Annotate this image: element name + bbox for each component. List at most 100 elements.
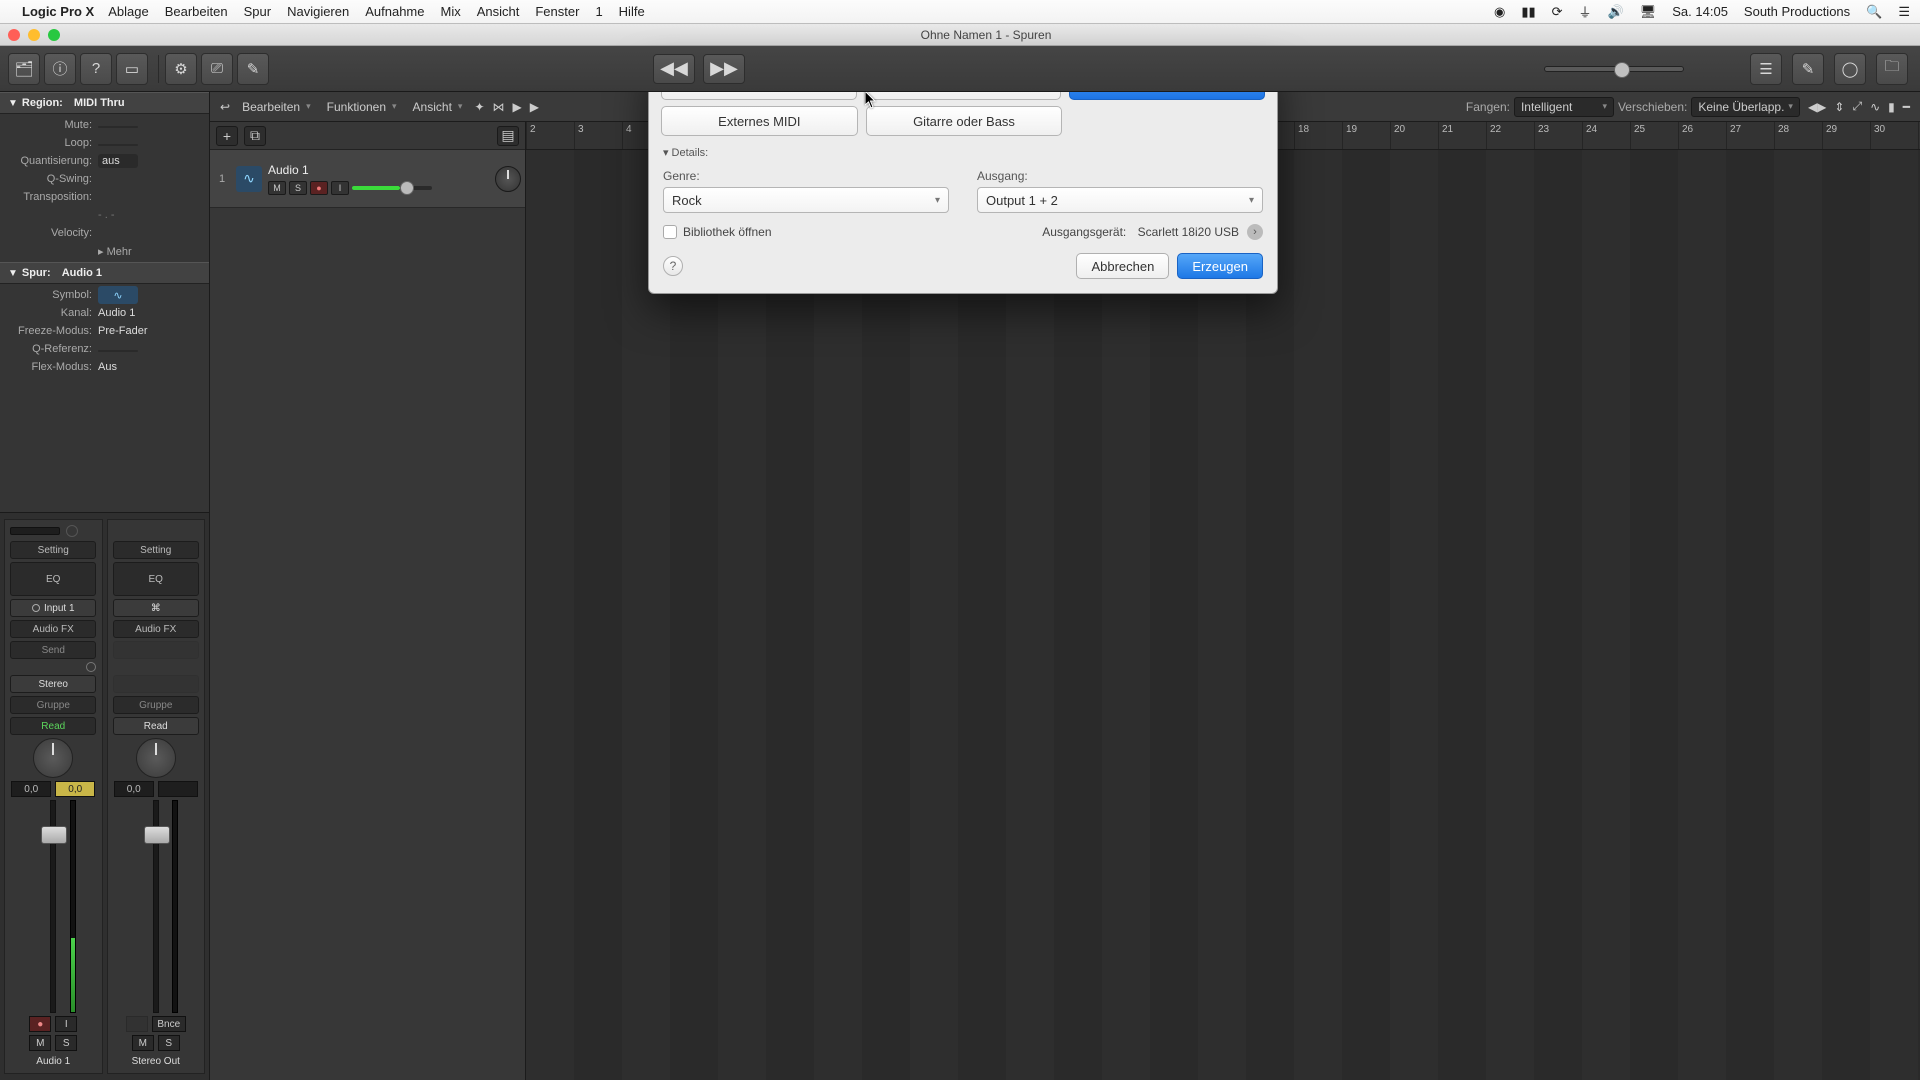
menu-ablage[interactable]: Ablage <box>108 4 148 19</box>
horizontal-zoom-icon[interactable]: ━ <box>1899 97 1914 117</box>
eq-slot[interactable]: EQ <box>10 562 96 596</box>
tab-guitar-bass[interactable]: Gitarre oder Bass <box>866 106 1063 136</box>
notepad-icon[interactable]: ✎ <box>1792 53 1824 85</box>
track-row-1[interactable]: 1 ∿ Audio 1 M S ● I <box>210 150 525 208</box>
track-solo-button[interactable]: S <box>289 181 307 195</box>
qref-checkbox[interactable] <box>98 350 138 352</box>
channel-name[interactable]: Stereo Out <box>132 1054 180 1069</box>
solo-button[interactable]: S <box>55 1035 77 1051</box>
genre-select[interactable]: Rock▾ <box>663 187 949 213</box>
menu-1[interactable]: 1 <box>595 4 602 19</box>
automation-read-button[interactable]: Read <box>113 717 199 735</box>
mixer-toggle-icon[interactable]: ⎚ <box>201 53 233 85</box>
mute-checkbox[interactable] <box>98 126 138 128</box>
track-volume-slider[interactable] <box>352 186 432 190</box>
ruler-tick[interactable]: 19 <box>1342 122 1390 149</box>
bounce-button[interactable]: Bnce <box>152 1016 186 1032</box>
output-select[interactable]: Output 1 + 2▾ <box>977 187 1263 213</box>
list-editors-icon[interactable]: ☰ <box>1750 53 1782 85</box>
ruler-tick[interactable]: 23 <box>1534 122 1582 149</box>
smart-controls-icon[interactable]: ⚙ <box>165 53 197 85</box>
ruler-tick[interactable]: 2 <box>526 122 574 149</box>
ruler-tick[interactable]: 20 <box>1390 122 1438 149</box>
quick-help-icon[interactable]: ? <box>80 53 112 85</box>
track-icon[interactable]: ∿ <box>236 166 262 192</box>
browsers-icon[interactable]: 🗀 <box>1876 53 1908 85</box>
close-icon[interactable] <box>8 29 20 41</box>
volume-fader[interactable] <box>153 800 159 1013</box>
spotlight-icon[interactable]: 🔍 <box>1866 4 1882 20</box>
input-monitor-button[interactable]: I <box>55 1016 77 1032</box>
audiofx-slot[interactable]: Audio FX <box>113 620 199 638</box>
add-track-button[interactable]: + <box>216 126 238 146</box>
master-volume-slider[interactable] <box>1544 66 1684 72</box>
menu-spur[interactable]: Spur <box>244 4 271 19</box>
pan-knob[interactable] <box>136 738 176 778</box>
catch-playhead-icon[interactable]: ↩ <box>216 97 234 117</box>
open-library-checkbox[interactable] <box>663 225 677 239</box>
menu-navigieren[interactable]: Navigieren <box>287 4 349 19</box>
send-knob-icon[interactable] <box>86 662 96 672</box>
track-pan-knob[interactable] <box>495 166 521 192</box>
waveform-zoom-icon[interactable]: ∿ <box>1866 97 1884 117</box>
status-sync-icon[interactable]: ⟳ <box>1552 4 1563 20</box>
track-inspector-header[interactable]: ▼ Spur: Audio 1 <box>0 262 209 284</box>
flex-value[interactable]: Aus <box>98 361 201 373</box>
eq-slot[interactable]: EQ <box>113 562 199 596</box>
ruler-tick[interactable]: 21 <box>1438 122 1486 149</box>
cancel-button[interactable]: Abbrechen <box>1076 253 1169 279</box>
minimize-icon[interactable] <box>28 29 40 41</box>
tab-external-midi[interactable]: Externes MIDI <box>661 106 858 136</box>
automation-read-button[interactable]: Read <box>10 717 96 735</box>
menubar-user[interactable]: South Productions <box>1744 4 1850 19</box>
forward-button[interactable]: ▶▶ <box>703 54 745 84</box>
details-disclosure[interactable]: ▾Details: <box>663 146 1263 159</box>
solo-button[interactable]: S <box>158 1035 180 1051</box>
notification-center-icon[interactable]: ☰ <box>1898 4 1910 20</box>
global-tracks-button[interactable]: ▤ <box>497 126 519 146</box>
track-mute-button[interactable]: M <box>268 181 286 195</box>
pan-knob[interactable] <box>33 738 73 778</box>
track-record-button[interactable]: ● <box>310 181 328 195</box>
ruler-tick[interactable]: 18 <box>1294 122 1342 149</box>
freeze-value[interactable]: Pre-Fader <box>98 325 201 337</box>
help-button[interactable]: ? <box>663 256 683 276</box>
tracks-functions-menu[interactable]: Funktionen▾ <box>319 97 405 117</box>
automation-toggle-icon[interactable]: ✦ <box>470 97 488 117</box>
ruler-tick[interactable]: 27 <box>1726 122 1774 149</box>
toolbar-toggle-icon[interactable]: ▭ <box>116 53 148 85</box>
duplicate-track-button[interactable]: ⧉ <box>244 126 266 146</box>
inspector-toggle-icon[interactable]: ⓘ <box>44 53 76 85</box>
menubar-clock[interactable]: Sa. 14:05 <box>1672 4 1728 19</box>
more-disclosure-icon[interactable]: ▸ <box>98 246 104 258</box>
tracks-edit-menu[interactable]: Bearbeiten▾ <box>234 97 319 117</box>
ruler-tick[interactable]: 28 <box>1774 122 1822 149</box>
menu-mix[interactable]: Mix <box>441 4 461 19</box>
send-slot[interactable]: Send <box>10 641 96 659</box>
mute-button[interactable]: M <box>132 1035 154 1051</box>
track-symbol-icon[interactable]: ∿ <box>98 286 138 304</box>
track-name[interactable]: Audio 1 <box>268 163 489 177</box>
tracks-view-menu[interactable]: Ansicht▾ <box>405 97 471 117</box>
tool-right-icon[interactable]: ▶ <box>526 97 543 117</box>
app-name[interactable]: Logic Pro X <box>22 4 94 19</box>
ruler-tick[interactable]: 25 <box>1630 122 1678 149</box>
channel-name[interactable]: Audio 1 <box>36 1054 70 1069</box>
ruler-tick[interactable]: 3 <box>574 122 622 149</box>
status-volume-icon[interactable]: 🔊 <box>1608 4 1624 20</box>
track-input-button[interactable]: I <box>331 181 349 195</box>
kanal-value[interactable]: Audio 1 <box>98 307 201 319</box>
menu-aufnahme[interactable]: Aufnahme <box>365 4 424 19</box>
library-toggle-icon[interactable]: 🗂 <box>8 53 40 85</box>
drag-select[interactable]: Keine Überlapp.▾ <box>1691 97 1800 117</box>
setting-button[interactable]: Setting <box>113 541 199 559</box>
tool-left-icon[interactable]: ▶ <box>509 97 526 117</box>
ruler-tick[interactable]: 26 <box>1678 122 1726 149</box>
volume-fader[interactable] <box>50 800 56 1013</box>
clip-indicator-icon[interactable] <box>66 525 78 537</box>
input-slot[interactable]: Input 1 <box>10 599 96 617</box>
mute-button[interactable]: M <box>29 1035 51 1051</box>
ruler-tick[interactable]: 24 <box>1582 122 1630 149</box>
vertical-zoom-icon[interactable]: ▮ <box>1884 97 1899 117</box>
create-button[interactable]: Erzeugen <box>1177 253 1263 279</box>
